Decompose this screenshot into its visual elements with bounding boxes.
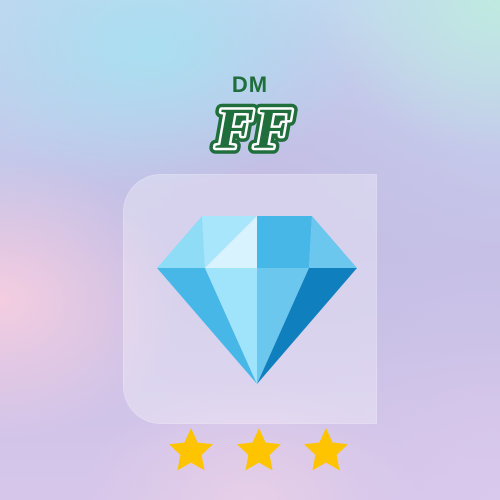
diamond-icon	[157, 216, 357, 384]
star-icon	[169, 428, 213, 471]
star-icon	[237, 428, 281, 471]
star-rating	[169, 428, 348, 471]
logo-text-fill: FF	[214, 96, 292, 160]
ff-logo: FF FF FF	[208, 94, 298, 160]
star-icon	[304, 428, 348, 471]
